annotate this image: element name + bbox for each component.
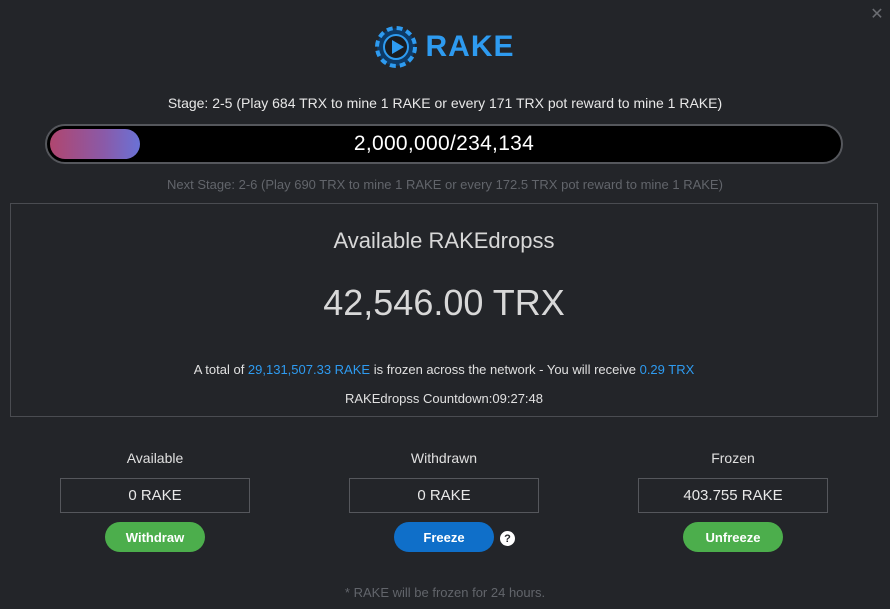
- rake-logo: RAKE: [0, 26, 890, 68]
- available-column: Available 0 RAKE Withdraw: [60, 450, 250, 552]
- withdrawn-label: Withdrawn: [410, 450, 478, 466]
- rakedrops-panel: Available RAKEdropss 42,546.00 TRX A tot…: [10, 203, 878, 417]
- frozen-column: Frozen 403.755 RAKE Unfreeze: [638, 450, 828, 552]
- freeze-button[interactable]: Freeze: [394, 522, 494, 552]
- next-stage-text: Next Stage: 2-6 (Play 690 TRX to mine 1 …: [167, 177, 723, 192]
- total-frozen-amount: 29,131,507.33 RAKE: [247, 362, 371, 377]
- withdrawn-value: 0 RAKE: [349, 478, 539, 513]
- total-prefix: A total of: [193, 362, 248, 377]
- available-value: 0 RAKE: [60, 478, 250, 513]
- unfreeze-button[interactable]: Unfreeze: [683, 522, 783, 552]
- rakedrops-amount: 42,546.00 TRX: [323, 282, 565, 323]
- freeze-footnote: * RAKE will be frozen for 24 hours.: [344, 585, 546, 600]
- available-label: Available: [126, 450, 184, 466]
- rakedrops-countdown: RAKEdropss Countdown:09:27:48: [344, 391, 543, 406]
- current-stage-text: Stage: 2-5 (Play 684 TRX to mine 1 RAKE …: [167, 95, 723, 111]
- rakedrops-title: Available RAKEdropss: [333, 228, 555, 253]
- network-frozen-summary: A total of 29,131,507.33 RAKE is frozen …: [11, 362, 877, 377]
- logo-text: RAKE: [425, 30, 515, 63]
- frozen-value: 403.755 RAKE: [638, 478, 828, 513]
- frozen-label: Frozen: [711, 450, 755, 466]
- withdraw-button[interactable]: Withdraw: [105, 522, 205, 552]
- total-middle: is frozen across the network - You will …: [370, 362, 640, 377]
- help-icon[interactable]: ?: [500, 531, 515, 546]
- progress-text: 2,000,000/234,134: [353, 132, 535, 155]
- poker-chip-play-icon: [375, 26, 418, 68]
- stage-progress-bar: 2,000,000/234,134: [45, 124, 843, 164]
- receive-amount: 0.29 TRX: [639, 362, 695, 377]
- close-icon[interactable]: ✕: [870, 7, 884, 23]
